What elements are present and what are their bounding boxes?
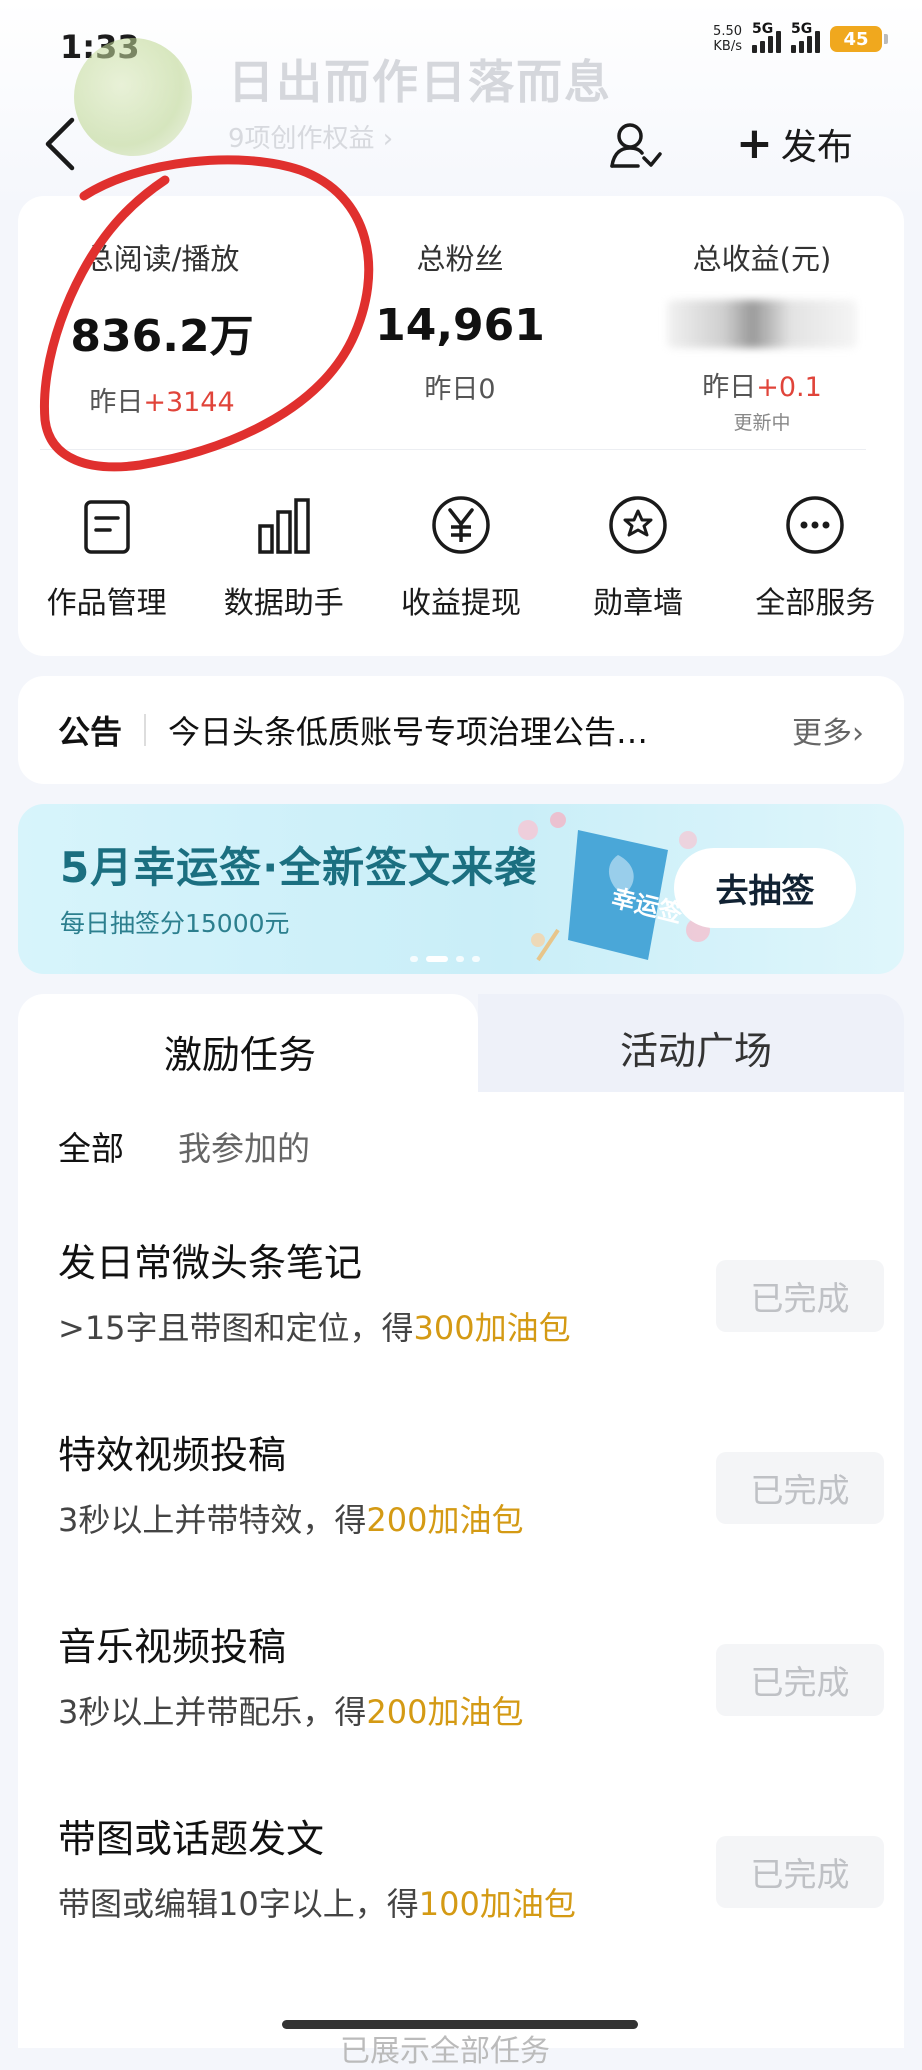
completed-button[interactable]: 已完成 [716,1452,884,1524]
updating-note: 更新中 [733,412,791,434]
battery-icon: 45 [830,26,888,52]
signal-icon: 5G [791,21,820,53]
service-medal-wall[interactable]: 勋章墙 [553,490,723,630]
tab-incentive-tasks[interactable]: 激励任务 [18,994,478,1104]
medal-icon [609,496,667,554]
draw-lot-button[interactable]: 去抽签 [674,848,856,928]
stat-total-fans[interactable]: 总粉丝 14,961 昨日0 [340,236,580,406]
banner-title: 5月幸运签·全新签文来袭 [60,843,538,892]
service-all-services[interactable]: 全部服务 [730,490,900,630]
signal-icon: 5G [752,21,781,53]
task-item: 特效视频投稿 3秒以上并带特效，得200加油包 已完成 [58,1424,884,1574]
publish-button[interactable]: + 发布 [736,118,853,170]
blurred-earnings-value [667,300,857,348]
announcement-text[interactable]: 今日头条低质账号专项治理公告… [168,707,728,753]
task-item: 音乐视频投稿 3秒以上并带配乐，得200加油包 已完成 [58,1616,884,1766]
avatar[interactable] [74,38,192,156]
more-link[interactable]: 更多› [792,708,864,752]
document-icon [83,500,130,554]
task-item: 发日常微头条笔记 >15字且带图和定位，得300加油包 已完成 [58,1232,884,1382]
bar-chart-icon [258,498,310,554]
divider [40,449,866,450]
service-data-assistant[interactable]: 数据助手 [199,490,369,630]
service-works-management[interactable]: 作品管理 [22,490,192,630]
tab-activity-plaza[interactable]: 活动广场 [478,994,904,1092]
stat-total-reads[interactable]: 总阅读/播放 836.2万 昨日+3144 [42,236,282,419]
back-arrow-icon[interactable] [40,114,84,174]
services-row: 作品管理 数据助手 收益提现 勋章墙 全部服务 [18,490,904,630]
announcement-tag: 公告 [58,713,123,751]
more-icon [786,496,845,554]
user-follow-icon[interactable] [608,120,664,172]
yen-icon [432,496,490,554]
completed-button[interactable]: 已完成 [716,1644,884,1716]
service-earnings-withdraw[interactable]: 收益提现 [376,490,546,630]
completed-button[interactable]: 已完成 [716,1260,884,1332]
plus-icon: + [736,118,773,169]
lucky-draw-banner[interactable]: 5月幸运签·全新签文来袭 每日抽签分15000元 幸运签 去抽签 [18,804,904,974]
filter-joined[interactable]: 我参加的 [178,1122,310,1170]
tasks-section: 活动广场 激励任务 全部 我参加的 发日常微头条笔记 >15字且带图和定位，得3… [18,994,904,2048]
all-tasks-shown-text: 已展示全部任务 [340,2034,550,2069]
status-indicators: 5.50 KB/s 5G 5G 45 [713,21,888,54]
carousel-indicator [410,956,480,962]
username[interactable]: 日出而作日落而息 [228,46,612,112]
filter-all[interactable]: 全部 [58,1122,124,1170]
task-list-panel: 全部 我参加的 发日常微头条笔记 >15字且带图和定位，得300加油包 已完成 … [18,1092,904,2048]
task-item: 带图或话题发文 带图或编辑10字以上，得100加油包 已完成 [58,1808,884,1958]
banner-subtitle: 每日抽签分15000元 [60,909,290,938]
announcement-bar[interactable]: 公告 今日头条低质账号专项治理公告… 更多› [18,676,904,784]
home-indicator[interactable] [282,2020,638,2029]
stat-total-earnings[interactable]: 总收益(元) 昨日+0.1 更新中 [632,236,892,435]
network-speed: 5.50 KB/s [713,24,742,54]
completed-button[interactable]: 已完成 [716,1836,884,1908]
divider [144,714,147,746]
creator-rights-link[interactable]: 9项创作权益 › [228,118,393,155]
